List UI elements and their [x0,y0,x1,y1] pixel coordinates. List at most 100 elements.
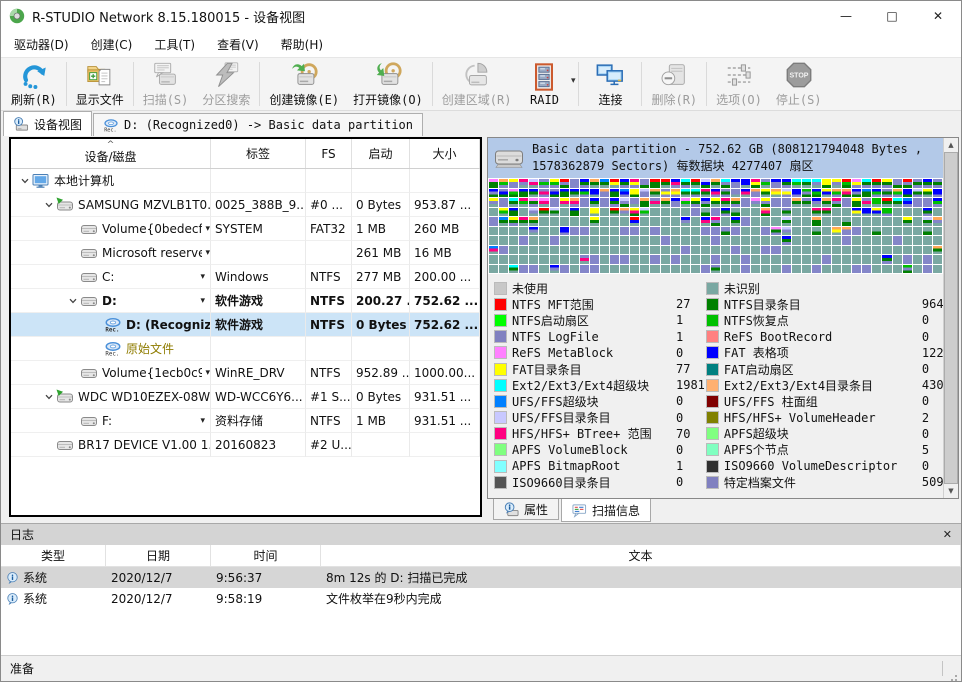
refresh-button[interactable]: 刷新(R) [4,59,64,109]
log-row[interactable]: 系统2020/12/79:58:19文件枚举在9秒内完成 [1,588,961,609]
maximize-button[interactable]: □ [869,1,915,31]
log-col-header-1[interactable]: 日期 [106,545,211,566]
tree-row[interactable]: Rec.原始文件 [11,337,480,361]
block-cell [812,255,821,264]
raid-label: RAID [530,93,559,107]
log-col-header-0[interactable]: 类型 [1,545,106,566]
info-tab-bar: 属性扫描信息 [487,499,959,523]
menu-item-create[interactable]: 创建(C) [80,33,144,56]
block-cell [489,189,498,198]
partition-search-button: 分区搜索 [195,59,257,109]
block-cell [539,179,548,188]
tree-row[interactable]: D:▾软件游戏NTFS200.27 ...752.62 ... [11,289,480,313]
device-tree-panel: ^设备/磁盘 标签 FS启动大小 本地计算机SAMSUNG MZVLB1T0...0… [9,137,482,517]
block-cell [650,208,659,217]
tree-row[interactable]: Volume{1ecb0c98-..▾WinRE_DRVNTFS952.89 .… [11,361,480,385]
block-cell [539,246,548,255]
close-button[interactable]: ✕ [915,1,961,31]
tree-row[interactable]: BR17 DEVICE V1.00 1....20160823#2 U... [11,433,480,457]
raid-button[interactable]: ▾ RAID [518,61,576,108]
tree-col-label: 标签 [246,145,270,162]
tab-recognized-partition[interactable]: Rec.D: (Recognized0) -> Basic data parti… [93,113,423,136]
tree-row[interactable]: Volume{0bedecf0-..▾SYSTEMFAT321 MB260 MB [11,217,480,241]
scan-legend: 未使用NTFS MFT范围27NTFS启动扇区1NTFS LogFile1ReF… [488,274,943,498]
tree-row[interactable]: F:▾资料存储NTFS1 MB931.51 ... [11,409,480,433]
tree-col-header-4[interactable]: 大小 [410,139,480,168]
block-cell [893,189,902,198]
info-tab-properties[interactable]: 属性 [493,499,559,520]
tree-col-header-3[interactable]: 启动 [352,139,410,168]
expander-chevron-icon[interactable] [17,176,32,186]
open-image-button[interactable]: 打开镜像(O) [346,59,430,109]
log-col-header-3[interactable]: 文本 [321,545,961,566]
connect-button[interactable]: 连接 [581,59,639,109]
log-col-header-2[interactable]: 时间 [211,545,321,566]
block-cell [802,227,811,236]
scan-blockmap [488,178,943,274]
log-row[interactable]: 系统2020/12/79:56:378m 12s 的 D: 扫描已完成 [1,567,961,588]
log-close-button[interactable]: ✕ [943,528,952,541]
minimize-button[interactable]: — [823,1,869,31]
expander-chevron-icon[interactable] [41,200,56,210]
tree-cell-label [211,241,306,265]
tree-col-header-1[interactable]: 标签 [211,139,306,168]
block-cell [913,265,922,274]
menu-item-drive[interactable]: 驱动器(D) [3,33,80,56]
expander-chevron-icon[interactable] [41,392,56,402]
legend-color-swatch [495,412,506,423]
block-cell [499,208,508,217]
combo-arrow-icon[interactable]: ▾ [205,224,210,234]
combo-arrow-icon[interactable]: ▾ [205,248,210,258]
tree-col-header-2[interactable]: FS [306,139,352,168]
legend-label: UFS/FFS超级块 [512,393,670,410]
legend-count: 77 [676,362,690,376]
info-scrollbar[interactable]: ▲ ▼ [943,138,958,498]
scroll-up-icon[interactable]: ▲ [948,138,953,152]
legend-color-swatch [495,461,506,472]
combo-arrow-icon[interactable]: ▾ [205,368,210,378]
block-cell [661,198,670,207]
legend-label: ReFS MetaBlock [512,346,670,360]
scan-label: 扫描(S) [143,91,189,108]
tree-row[interactable]: Microsoft reserve..▾261 MB16 MB [11,241,480,265]
legend-color-swatch [707,364,718,375]
chevron-down-icon[interactable]: ▾ [571,76,576,86]
menu-item-view[interactable]: 查看(V) [206,33,270,56]
block-cell [923,198,932,207]
block-cell [570,236,579,245]
info-tab-scan-info[interactable]: 扫描信息 [561,499,651,522]
combo-arrow-icon[interactable]: ▾ [200,296,205,306]
show-files-label: 显示文件 [76,91,124,108]
block-cell [771,255,780,264]
tree-cell-size: 1000.00... [410,361,480,385]
combo-arrow-icon[interactable]: ▾ [200,272,205,282]
tree-cell-boot: 1 MB [352,217,410,241]
block-cell [842,246,851,255]
tree-cell-label: Windows [211,265,306,289]
tree-row[interactable]: C:▾WindowsNTFS277 MB200.00 ... [11,265,480,289]
block-cell [539,208,548,217]
tree-col-header-0[interactable]: ^设备/磁盘 [11,139,211,168]
device-name-cell: Rec.原始文件 [11,337,211,361]
show-files-button[interactable]: 显示文件 [69,59,131,109]
resize-grip[interactable] [955,675,957,677]
block-cell [832,217,841,226]
menu-item-tools[interactable]: 工具(T) [143,33,206,56]
tree-row[interactable]: WDC WD10EZEX-08W...WD-WCC6Y6...#1 S...0 … [11,385,480,409]
block-cell [771,217,780,226]
expander-chevron-icon[interactable] [65,296,80,306]
tab-device-view[interactable]: 设备视图 [3,111,92,136]
menu-item-help[interactable]: 帮助(H) [270,33,334,56]
create-image-button[interactable]: 创建镜像(E) [262,59,346,109]
block-cell [903,236,912,245]
disk-icon [80,221,98,237]
combo-arrow-icon[interactable]: ▾ [200,416,205,426]
block-cell [671,217,680,226]
tree-row[interactable]: SAMSUNG MZVLB1T0...0025_388B_9...#0 ...0… [11,193,480,217]
scrollbar-thumb[interactable] [944,152,958,484]
tree-row[interactable]: 本地计算机 [11,169,480,193]
scroll-down-icon[interactable]: ▼ [948,484,953,498]
legend-color-swatch [707,347,718,358]
tree-row[interactable]: Rec.D: (Recognize...软件游戏NTFS0 Bytes752.6… [11,313,480,337]
legend-color-swatch [495,444,506,455]
